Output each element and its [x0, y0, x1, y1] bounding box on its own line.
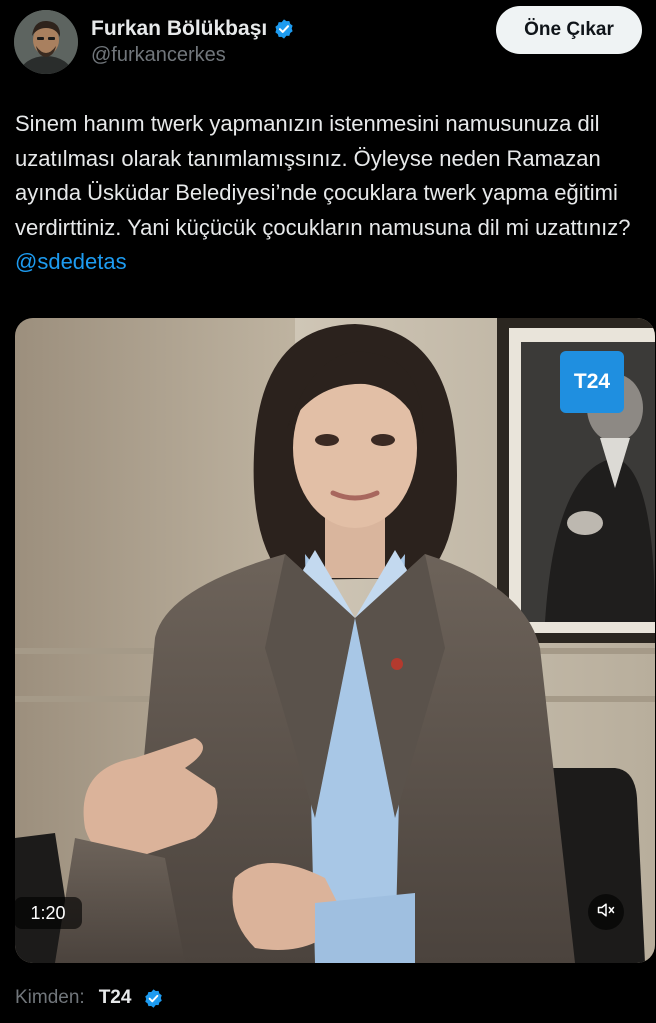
display-name[interactable]: Furkan Bölükbaşı: [91, 17, 267, 41]
mute-button[interactable]: [588, 894, 624, 930]
highlight-button[interactable]: Öne Çıkar: [496, 6, 642, 54]
video-player[interactable]: T24: [15, 318, 655, 963]
mention-link[interactable]: @sdedetas: [15, 249, 127, 274]
t24-logo: T24: [560, 351, 624, 413]
verified-badge-icon: [143, 988, 164, 1009]
source-name-link[interactable]: T24: [99, 987, 132, 1009]
speaker-muted-icon: [596, 900, 616, 925]
avatar[interactable]: [14, 10, 78, 74]
verified-badge-icon[interactable]: [273, 18, 295, 40]
display-name-row: Furkan Bölükbaşı: [91, 14, 295, 44]
video-frame: [15, 318, 655, 963]
username[interactable]: @furkancerkes: [91, 44, 295, 67]
tweet-body: Sinem hanım twerk yapmanızın istenmesini…: [15, 111, 631, 240]
video-duration: 1:20: [14, 897, 82, 929]
tweet-header: Furkan Bölükbaşı @furkancerkes Öne Çıkar: [0, 0, 656, 90]
source-label: Kimden:: [15, 987, 85, 1008]
user-info: Furkan Bölükbaşı @furkancerkes: [91, 14, 295, 67]
tweet-text: Sinem hanım twerk yapmanızın istenmesini…: [15, 107, 651, 280]
source-attribution: Kimden: T24: [15, 983, 164, 1013]
